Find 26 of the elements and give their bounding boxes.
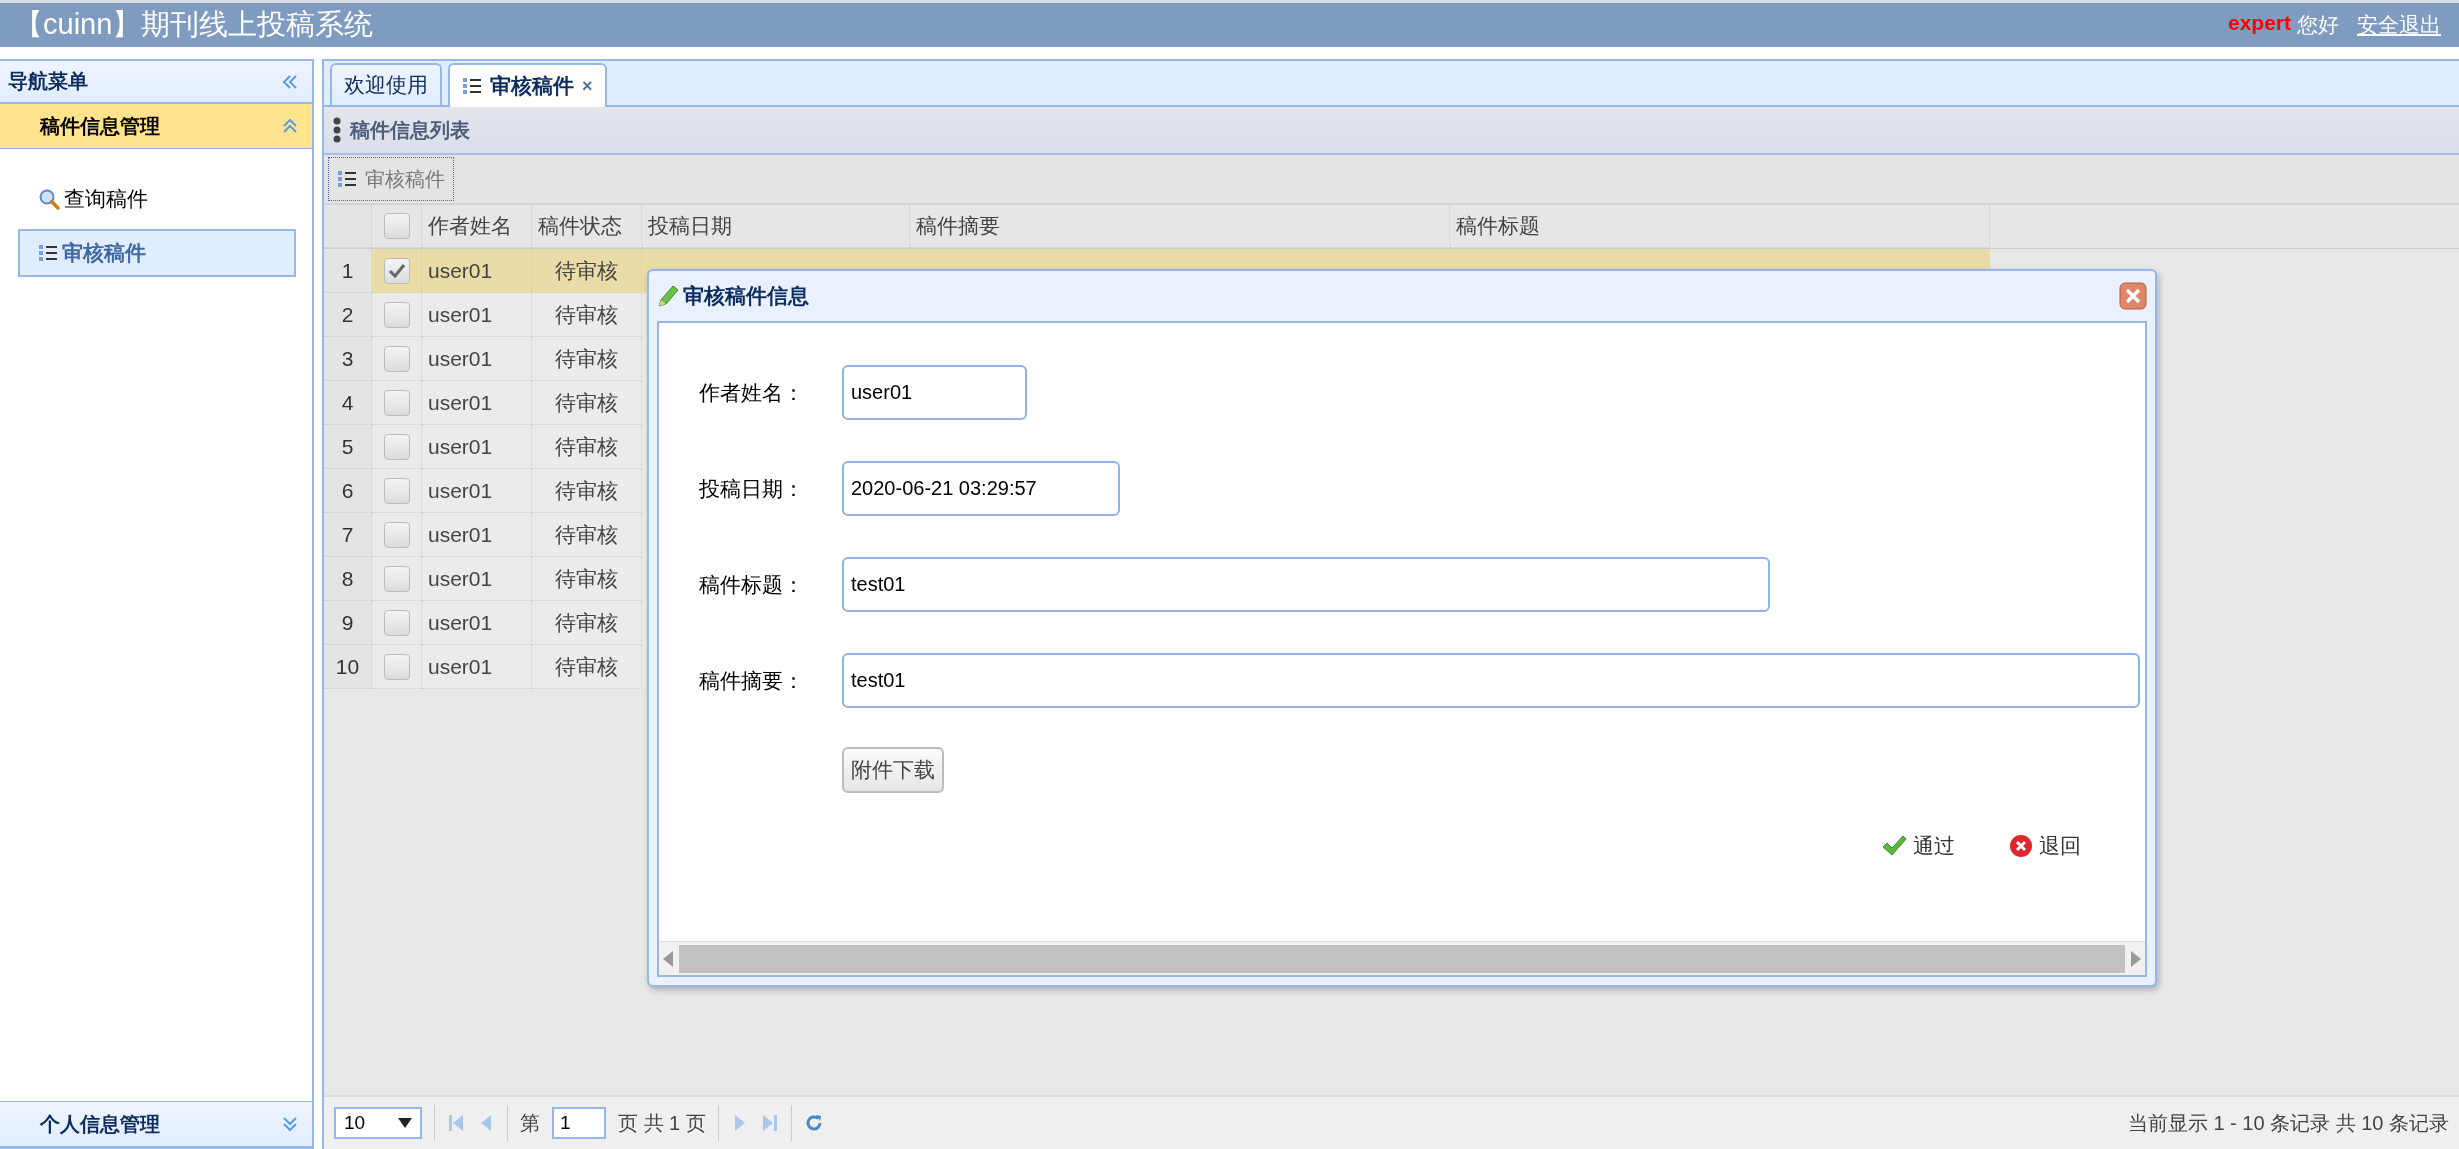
record-summary: 当前显示 1 - 10 条记录 共 10 条记录	[2127, 1110, 2449, 1136]
row-number: 7	[324, 513, 372, 557]
table-cell: user01	[422, 645, 532, 689]
field-label: 投稿日期：	[699, 475, 805, 502]
panel-title: 稿件信息列表	[350, 117, 470, 143]
page-label: 第	[520, 1110, 540, 1136]
row-number: 9	[324, 601, 372, 645]
field-label: 稿件摘要：	[699, 667, 805, 694]
nav-title: 导航菜单	[8, 69, 88, 94]
field-label: 稿件标题：	[699, 571, 805, 598]
section-title: 稿件信息管理	[40, 113, 160, 139]
user-greeting: expert 您好	[2227, 11, 2339, 38]
row-number: 10	[324, 645, 372, 689]
page-count: 页 共 1 页	[618, 1110, 706, 1136]
row-number: 8	[324, 557, 372, 601]
dialog-title: 审核稿件信息	[683, 283, 809, 309]
row-number: 1	[324, 249, 372, 293]
row-number: 3	[324, 337, 372, 381]
app-title: 【cuinn】期刊线上投稿系统	[14, 7, 374, 42]
section-title: 个人信息管理	[40, 1111, 160, 1137]
table-cell: 待审核	[532, 645, 642, 689]
row-number: 4	[324, 381, 372, 425]
row-number: 5	[324, 425, 372, 469]
row-number: 2	[324, 293, 372, 337]
row-number: 6	[324, 469, 372, 513]
field-label: 作者姓名：	[699, 379, 805, 406]
